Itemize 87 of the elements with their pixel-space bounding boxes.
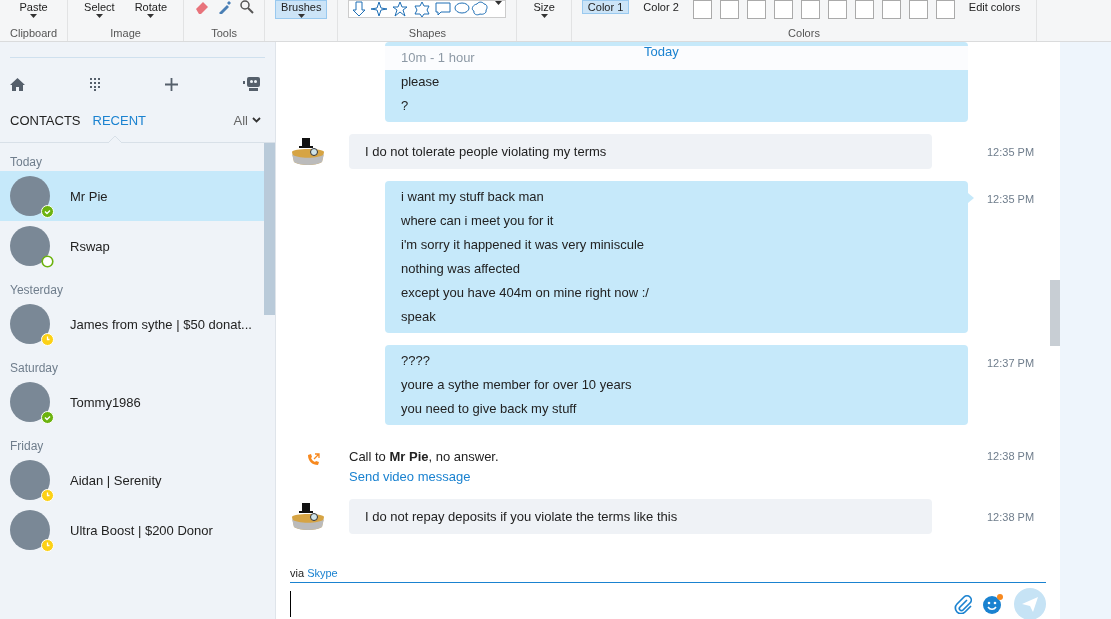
contact-item[interactable]: Aidan | Serenity — [0, 455, 264, 505]
color-swatch[interactable] — [935, 0, 955, 19]
color-swatch[interactable] — [746, 0, 766, 19]
message-line: i want my stuff back man — [401, 188, 545, 206]
shapes-gallery[interactable] — [348, 0, 507, 18]
ribbon-button[interactable]: Paste — [13, 0, 54, 19]
ribbon-button[interactable]: Color 2 — [637, 0, 685, 14]
contact-item[interactable]: Tommy1986 — [0, 377, 264, 427]
ribbon-button[interactable]: Select — [78, 0, 121, 19]
message-line: ???? — [401, 352, 431, 370]
caret-icon — [297, 14, 305, 18]
ribbon-button[interactable]: Size — [527, 0, 561, 19]
message-time: 12:38 PM — [986, 449, 1036, 464]
send-video-message-link[interactable]: Send video message — [349, 467, 471, 487]
phone-icon — [306, 453, 320, 467]
avatar-drawing — [290, 138, 326, 166]
message-time: 12:38 PM — [986, 510, 1036, 525]
contact-item[interactable]: James from sythe | $50 donat... — [0, 299, 264, 349]
caret-icon — [95, 14, 103, 18]
day-label: Today — [644, 44, 679, 59]
color-swatch[interactable] — [773, 0, 793, 19]
section-header: Friday — [9, 438, 45, 455]
emoticon-icon[interactable] — [982, 593, 1004, 615]
color-picker-icon[interactable] — [218, 0, 233, 14]
color-swatch[interactable] — [800, 0, 820, 19]
contact-name: Tommy1986 — [70, 394, 141, 410]
eraser-icon[interactable] — [194, 0, 211, 14]
message-line: i'm sorry it happened it was very miniscule — [401, 236, 646, 254]
caret-icon — [30, 14, 38, 18]
caret-icon — [147, 14, 155, 18]
magnifier-icon[interactable] — [240, 0, 255, 14]
color-swatch[interactable] — [719, 0, 739, 19]
contact-item[interactable]: Mr Pie — [0, 171, 264, 221]
group-label: Shapes — [408, 27, 447, 41]
contact-name: James from sythe | $50 donat... — [70, 316, 252, 332]
contact-name: Ultra Boost | $200 Donor — [70, 522, 213, 538]
message-bubble: I do not repay deposits if you violate the terms like this — [349, 499, 932, 534]
contact-name: Rswap — [70, 238, 110, 254]
message-bubble: I do not tolerate people violating my terms — [349, 134, 932, 169]
ribbon-button[interactable]: Brushes — [275, 0, 328, 19]
section-header: Saturday — [9, 360, 60, 377]
message-line: speak — [401, 308, 437, 326]
scrollbar-thumb[interactable] — [1050, 280, 1060, 346]
group-label: Image — [110, 27, 141, 41]
caret-icon — [540, 14, 548, 18]
paperclip-icon[interactable] — [954, 594, 972, 614]
message-line: you need to give back my stuff — [401, 400, 578, 418]
contact-name: Aidan | Serenity — [70, 472, 162, 488]
contact-item[interactable]: Rswap — [0, 221, 264, 271]
message-line: ? — [401, 97, 410, 115]
home-icon[interactable] — [10, 77, 25, 91]
group-label: Colors — [788, 27, 820, 41]
caret-icon — [495, 1, 503, 5]
edit-colors-button[interactable]: Edit colors — [962, 0, 1027, 14]
message-line: nothing was affected — [401, 260, 521, 278]
chevron-down-icon — [252, 117, 261, 123]
color-swatch[interactable] — [692, 0, 712, 19]
color-swatch[interactable] — [827, 0, 847, 19]
dialpad-icon[interactable] — [90, 77, 100, 91]
list-tab[interactable]: RECENT — [92, 112, 146, 128]
color-swatch[interactable] — [854, 0, 874, 19]
color-swatch[interactable] — [881, 0, 901, 19]
section-header: Yesterday — [9, 282, 64, 299]
list-tab[interactable]: CONTACTS — [10, 112, 81, 128]
group-label: Tools — [211, 27, 237, 41]
ribbon-button[interactable]: Color 1 — [581, 0, 630, 14]
message-line: except you have 404m on mine right now :/ — [401, 284, 650, 302]
section-header: Today — [9, 154, 44, 171]
message-time: 12:35 PM — [986, 192, 1036, 207]
message-time: 12:35 PM — [986, 145, 1036, 160]
ribbon-button[interactable]: Rotate — [128, 0, 174, 19]
filter-dropdown[interactable]: All — [233, 112, 261, 128]
contact-name: Mr Pie — [70, 188, 108, 204]
message-line: youre a sythe member for over 10 years — [401, 376, 633, 394]
bot-icon[interactable] — [243, 77, 261, 91]
color-swatch[interactable] — [908, 0, 928, 19]
via-label: via Skype — [290, 561, 1046, 583]
send-icon[interactable] — [1014, 588, 1046, 619]
group-label: Clipboard — [10, 27, 58, 41]
message-time: 12:37 PM — [986, 356, 1036, 371]
add-icon[interactable] — [165, 77, 178, 91]
contact-item[interactable]: Ultra Boost | $200 Donor — [0, 505, 264, 555]
call-status: Call to Mr Pie, no answer. — [349, 448, 500, 466]
message-line: where can i meet you for it — [401, 212, 555, 230]
message-line: please — [401, 73, 441, 91]
avatar-drawing — [290, 503, 326, 531]
scrollbar-thumb[interactable] — [264, 143, 275, 315]
